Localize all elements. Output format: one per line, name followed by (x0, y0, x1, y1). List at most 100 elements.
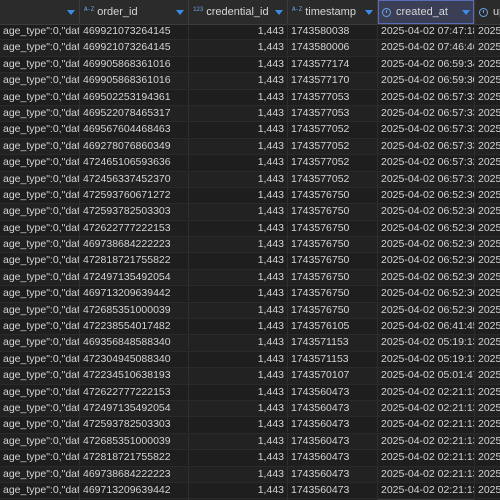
column-header-created-at[interactable]: created_at (378, 0, 475, 24)
cell-up[interactable]: 2025 (475, 106, 500, 121)
table-row[interactable]: age_type":0,"data":{"ord4697132096394421… (0, 286, 500, 303)
cell-credential-id[interactable]: 1,443 (189, 335, 288, 351)
cell-credential-id[interactable]: 1,443 (189, 24, 288, 39)
table-row[interactable]: age_type":0,"data":{"ord4722345106381931… (0, 368, 500, 385)
cell-data[interactable]: age_type":0,"data":{"ord (0, 384, 80, 400)
cell-timestamp[interactable]: 1743577053 (288, 89, 378, 105)
cell-data[interactable]: age_type":0,"data":{"ord (0, 319, 80, 335)
cell-created-at[interactable]: 2025-04-02 05:19:13 (378, 335, 475, 351)
cell-credential-id[interactable]: 1,443 (189, 155, 288, 171)
table-row[interactable]: age_type":0,"data":{"ord4695220784653171… (0, 105, 500, 123)
table-row[interactable]: age_type":0,"data":{"ord4697386842222231… (0, 466, 500, 483)
cell-up[interactable]: 2025 (475, 221, 500, 236)
cell-order-id[interactable]: 469905868361016 (80, 56, 189, 72)
cell-up[interactable]: 2025 (475, 335, 500, 350)
cell-timestamp[interactable]: 1743576750 (288, 220, 378, 236)
cell-order-id[interactable]: 469356848588340 (80, 335, 189, 351)
cell-timestamp[interactable]: 1743577174 (288, 56, 378, 72)
cell-created-at[interactable]: 2025-04-02 07:46:46 (378, 40, 475, 56)
cell-timestamp[interactable]: 1743576750 (288, 237, 378, 253)
cell-credential-id[interactable]: 1,443 (189, 302, 288, 318)
cell-timestamp[interactable]: 1743577052 (288, 122, 378, 138)
table-row[interactable]: age_type":0,"data":{"ord4693568485883401… (0, 335, 500, 352)
cell-order-id[interactable]: 472234510638193 (80, 368, 189, 384)
cell-order-id[interactable]: 472685351000039 (80, 302, 189, 318)
cell-data[interactable]: age_type":0,"data":{"ord (0, 155, 80, 171)
cell-data[interactable]: age_type":0,"data":{"ord (0, 122, 80, 138)
table-row[interactable]: age_type":0,"data":{"ord4724563374523701… (0, 171, 500, 188)
cell-created-at[interactable]: 2025-04-02 06:52:30 (378, 237, 475, 253)
cell-timestamp[interactable]: 1743576750 (288, 269, 378, 285)
cell-created-at[interactable]: 2025-04-02 06:59:34 (378, 56, 475, 72)
cell-timestamp[interactable]: 1743577170 (288, 73, 378, 89)
cell-timestamp[interactable]: 1743570107 (288, 368, 378, 384)
cell-timestamp[interactable]: 1743571153 (288, 335, 378, 351)
cell-created-at[interactable]: 2025-04-02 07:47:18 (378, 24, 475, 39)
cell-data[interactable]: age_type":0,"data":{"ord (0, 482, 80, 498)
cell-up[interactable]: 2025 (475, 352, 500, 367)
cell-up[interactable]: 2025 (475, 204, 500, 219)
filter-arrow-icon[interactable] (275, 9, 283, 15)
cell-up[interactable]: 2025 (475, 90, 500, 105)
table-row[interactable]: age_type":0,"data":{"ord4726853510000391… (0, 433, 500, 451)
cell-created-at[interactable]: 2025-04-02 05:19:13 (378, 351, 475, 367)
table-row[interactable]: age_type":0,"data":{"ord4728187217558221… (0, 450, 500, 467)
cell-credential-id[interactable]: 1,443 (189, 122, 288, 138)
column-header-updated-at[interactable]: up (475, 0, 500, 24)
cell-order-id[interactable]: 469738684222223 (80, 237, 189, 253)
cell-created-at[interactable]: 2025-04-02 06:52:30 (378, 302, 475, 318)
column-header-credential-id[interactable]: 123 credential_id (189, 0, 288, 24)
cell-up[interactable]: 2025 (475, 237, 500, 252)
cell-created-at[interactable]: 2025-04-02 06:52:30 (378, 269, 475, 285)
cell-credential-id[interactable]: 1,443 (189, 105, 288, 121)
cell-order-id[interactable]: 472497135492054 (80, 269, 189, 285)
cell-up[interactable]: 2025 (475, 286, 500, 301)
cell-order-id[interactable]: 469921073264145 (80, 24, 189, 39)
cell-order-id[interactable]: 472818721755822 (80, 253, 189, 269)
cell-data[interactable]: age_type":0,"data":{"ord (0, 187, 80, 203)
cell-order-id[interactable]: 469738684222223 (80, 466, 189, 482)
table-row[interactable]: age_type":0,"data":{"ord4692780768603491… (0, 138, 500, 156)
cell-order-id[interactable]: 472465106593636 (80, 155, 189, 171)
table-row[interactable]: age_type":0,"data":{"ord4726227772221531… (0, 384, 500, 401)
filter-arrow-icon[interactable] (365, 9, 373, 15)
cell-timestamp[interactable]: 1743576750 (288, 302, 378, 318)
grid-body[interactable]: age_type":0,"data":{"ord4699210732641451… (0, 24, 500, 500)
table-row[interactable]: age_type":0,"data":{"ord4725937606712721… (0, 187, 500, 205)
table-row[interactable]: age_type":0,"data":{"ord4695676044684631… (0, 122, 500, 139)
table-row[interactable]: age_type":0,"data":{"ord4699210732641451… (0, 24, 500, 41)
cell-credential-id[interactable]: 1,443 (189, 351, 288, 367)
cell-up[interactable]: 2025 (475, 40, 500, 55)
cell-created-at[interactable]: 2025-04-02 06:41:45 (378, 319, 475, 335)
table-row[interactable]: age_type":0,"data":{"ord4697132096394421… (0, 482, 500, 500)
cell-created-at[interactable]: 2025-04-02 02:21:13 (378, 417, 475, 433)
cell-created-at[interactable]: 2025-04-02 06:57:32 (378, 171, 475, 187)
cell-data[interactable]: age_type":0,"data":{"ord (0, 138, 80, 154)
cell-timestamp[interactable]: 1743560473 (288, 417, 378, 433)
cell-timestamp[interactable]: 1743577053 (288, 105, 378, 121)
cell-credential-id[interactable]: 1,443 (189, 433, 288, 449)
cell-credential-id[interactable]: 1,443 (189, 187, 288, 203)
cell-up[interactable]: 2025 (475, 417, 500, 432)
table-row[interactable]: age_type":0,"data":{"ord4723049450883401… (0, 351, 500, 369)
cell-credential-id[interactable]: 1,443 (189, 253, 288, 269)
table-row[interactable]: age_type":0,"data":{"ord4724971354920541… (0, 269, 500, 287)
cell-data[interactable]: age_type":0,"data":{"ord (0, 73, 80, 89)
cell-data[interactable]: age_type":0,"data":{"ord (0, 56, 80, 72)
cell-up[interactable]: 2025 (475, 172, 500, 187)
cell-up[interactable]: 2025 (475, 450, 500, 465)
cell-credential-id[interactable]: 1,443 (189, 138, 288, 154)
cell-up[interactable]: 2025 (475, 303, 500, 318)
cell-created-at[interactable]: 2025-04-02 06:52:30 (378, 220, 475, 236)
cell-order-id[interactable]: 472497135492054 (80, 400, 189, 416)
cell-data[interactable]: age_type":0,"data":{"ord (0, 105, 80, 121)
column-header-order-id[interactable]: A-Z order_id (80, 0, 189, 24)
cell-data[interactable]: age_type":0,"data":{"ord (0, 204, 80, 220)
cell-timestamp[interactable]: 1743577052 (288, 138, 378, 154)
table-row[interactable]: age_type":0,"data":{"ord469905868361016 1… (0, 56, 500, 74)
cell-order-id[interactable]: 469905868361016 (80, 73, 189, 89)
cell-order-id[interactable]: 472622777222153 (80, 220, 189, 236)
cell-created-at[interactable]: 2025-04-02 06:57:33 (378, 138, 475, 154)
cell-created-at[interactable]: 2025-04-02 06:52:30 (378, 204, 475, 220)
cell-data[interactable]: age_type":0,"data":{"ord (0, 40, 80, 56)
